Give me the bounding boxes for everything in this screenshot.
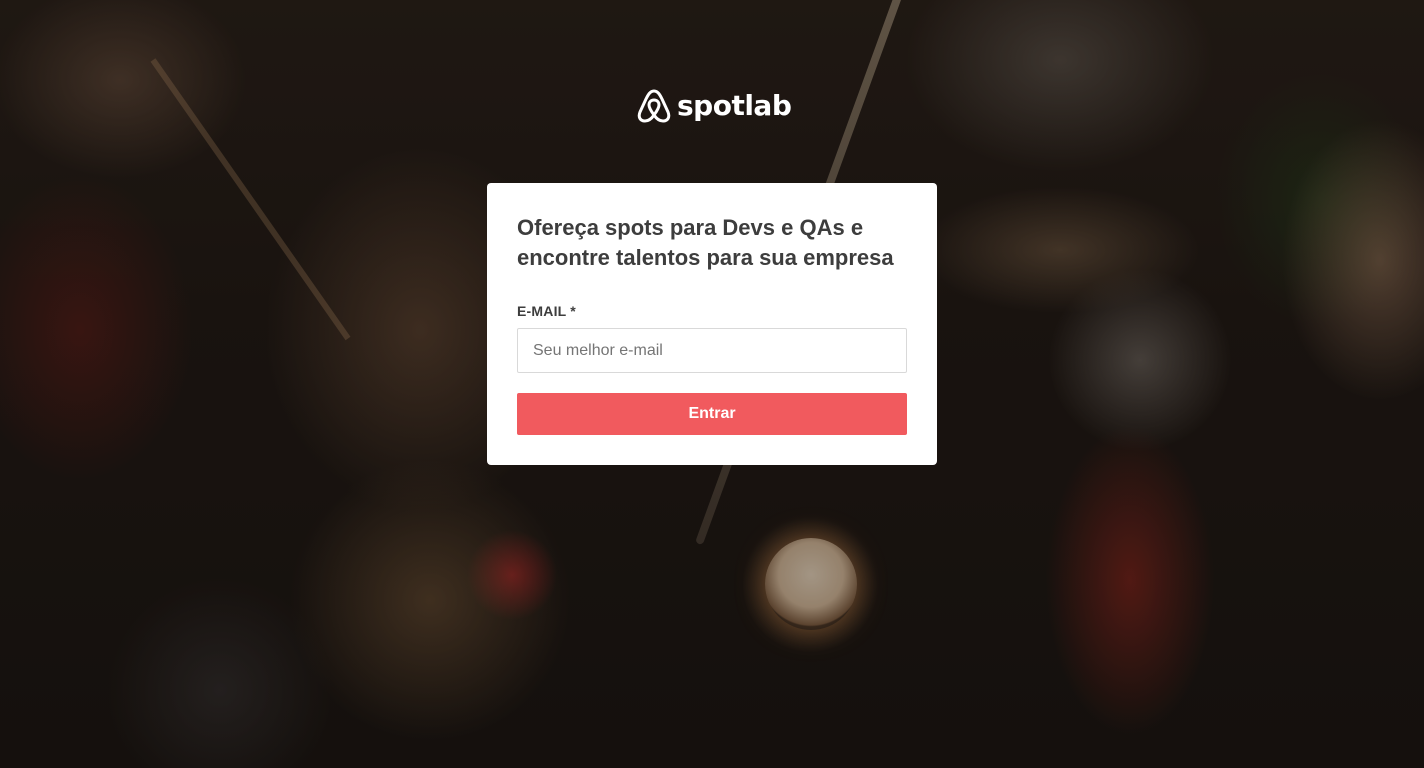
email-input[interactable] — [517, 328, 907, 373]
brand-logo: spotlab — [637, 85, 792, 127]
signup-card: Ofereça spots para Devs e QAs e encontre… — [487, 183, 937, 465]
brand-name: spotlab — [677, 89, 792, 122]
card-title: Ofereça spots para Devs e QAs e encontre… — [517, 215, 894, 270]
airbnb-belo-icon — [637, 87, 671, 125]
submit-button[interactable]: Entrar — [517, 393, 907, 435]
email-label: E-MAIL * — [517, 303, 576, 319]
